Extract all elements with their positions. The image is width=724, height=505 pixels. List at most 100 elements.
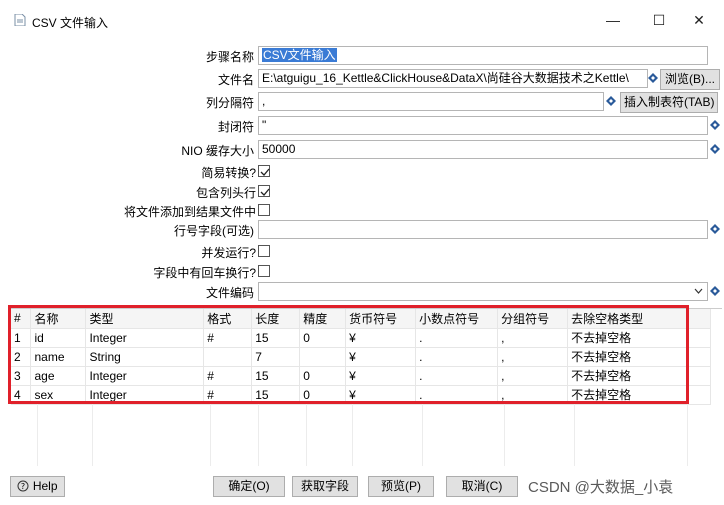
help-icon: ?: [17, 480, 29, 492]
parallel-label: 并发运行?: [201, 246, 256, 260]
variable-diamond-icon: [710, 224, 720, 234]
newline-checkbox[interactable]: [258, 265, 270, 277]
table-cell[interactable]: ¥: [345, 366, 417, 386]
watermark: CSDN @大数据_小袁: [528, 479, 674, 496]
variable-diamond-icon: [648, 73, 658, 83]
variable-diamond-icon: [710, 144, 720, 154]
help-button[interactable]: ? Help: [10, 476, 65, 497]
checkmark-icon: [260, 168, 270, 176]
column-header[interactable]: 货币符号: [345, 309, 417, 329]
table-cell[interactable]: 不去掉空格: [567, 347, 711, 367]
table-cell[interactable]: String: [85, 347, 205, 367]
header-row-checkbox[interactable]: [258, 185, 270, 197]
table-cell: 3: [11, 366, 32, 386]
variable-diamond-icon: [710, 120, 720, 130]
table-cell[interactable]: ,: [497, 347, 569, 367]
table-cell[interactable]: 15: [251, 366, 301, 386]
column-header[interactable]: #: [11, 309, 32, 329]
table-cell[interactable]: ,: [497, 385, 569, 405]
table-cell[interactable]: [299, 347, 347, 367]
checkmark-icon: [260, 188, 270, 196]
table-cell[interactable]: Integer: [85, 385, 205, 405]
add-to-result-label: 将文件添加到结果文件中: [123, 205, 256, 219]
empty-grid-area: [11, 404, 722, 466]
table-cell[interactable]: ¥: [345, 328, 417, 348]
table-cell[interactable]: ¥: [345, 347, 417, 367]
table-cell[interactable]: .: [415, 347, 499, 367]
maximize-button[interactable]: ☐: [644, 10, 674, 30]
enclosure-input[interactable]: ": [258, 116, 708, 135]
table-row[interactable]: 2 name String 7 ¥ . , 不去掉空格: [11, 347, 711, 367]
ok-button[interactable]: 确定(O): [213, 476, 285, 497]
table-row[interactable]: 4 sex Integer # 15 0 ¥ . , 不去掉空格: [11, 385, 711, 405]
table-cell[interactable]: ,: [497, 366, 569, 386]
table-cell: 2: [11, 347, 32, 367]
title-bar: CSV 文件输入 — ☐ ✕: [0, 0, 724, 38]
rownum-label: 行号字段(可选): [174, 224, 254, 238]
table-cell[interactable]: #: [203, 385, 253, 405]
table-cell[interactable]: 15: [251, 328, 301, 348]
insert-tab-button[interactable]: 插入制表符(TAB): [620, 92, 718, 113]
step-name-label: 步骤名称: [205, 50, 254, 64]
table-cell[interactable]: 不去掉空格: [567, 385, 711, 405]
filename-input[interactable]: E:\atguigu_16_Kettle&ClickHouse&DataX\尚硅…: [258, 69, 648, 88]
nio-buffer-label: NIO 缓存大小: [181, 144, 254, 158]
table-cell: 4: [11, 385, 32, 405]
browse-button[interactable]: 浏览(B)...: [660, 69, 720, 90]
table-cell[interactable]: 0: [299, 366, 347, 386]
table-cell: 1: [11, 328, 32, 348]
table-cell[interactable]: 0: [299, 328, 347, 348]
delimiter-input[interactable]: ,: [258, 92, 604, 111]
table-cell[interactable]: sex: [30, 385, 87, 405]
minimize-button[interactable]: —: [598, 10, 628, 30]
table-cell[interactable]: .: [415, 328, 499, 348]
table-cell[interactable]: .: [415, 385, 499, 405]
table-cell[interactable]: Integer: [85, 328, 205, 348]
lazy-conversion-checkbox[interactable]: [258, 165, 270, 177]
table-cell[interactable]: 不去掉空格: [567, 366, 711, 386]
lazy-conversion-label: 简易转换?: [201, 166, 256, 180]
add-to-result-checkbox[interactable]: [258, 204, 270, 216]
enclosure-label: 封闭符: [217, 120, 254, 134]
parallel-checkbox[interactable]: [258, 245, 270, 257]
column-header[interactable]: 分组符号: [497, 309, 569, 329]
table-cell[interactable]: ,: [497, 328, 569, 348]
table-cell[interactable]: id: [30, 328, 87, 348]
column-header[interactable]: 精度: [299, 309, 347, 329]
table-row[interactable]: 3 age Integer # 15 0 ¥ . , 不去掉空格: [11, 366, 711, 386]
encoding-label: 文件编码: [205, 286, 254, 300]
table-cell[interactable]: 不去掉空格: [567, 328, 711, 348]
column-header[interactable]: 格式: [203, 309, 253, 329]
nio-buffer-input[interactable]: 50000: [258, 140, 708, 159]
close-button[interactable]: ✕: [684, 10, 714, 30]
column-header[interactable]: 名称: [30, 309, 87, 329]
chevron-down-icon: [694, 288, 703, 294]
table-cell[interactable]: 15: [251, 385, 301, 405]
column-header[interactable]: 去除空格类型: [567, 309, 711, 329]
variable-diamond-icon: [710, 286, 720, 296]
table-row[interactable]: 1 id Integer # 15 0 ¥ . , 不去掉空格: [11, 328, 711, 348]
table-cell[interactable]: Integer: [85, 366, 205, 386]
table-cell[interactable]: name: [30, 347, 87, 367]
newline-label: 字段中有回车换行?: [153, 266, 256, 280]
table-cell[interactable]: #: [203, 366, 253, 386]
cancel-button[interactable]: 取消(C): [446, 476, 518, 497]
encoding-select[interactable]: [258, 282, 708, 301]
table-cell[interactable]: #: [203, 328, 253, 348]
column-header[interactable]: 小数点符号: [415, 309, 499, 329]
preview-button[interactable]: 预览(P): [368, 476, 434, 497]
table-cell[interactable]: .: [415, 366, 499, 386]
step-name-input[interactable]: CSV文件输入: [258, 46, 708, 65]
table-cell[interactable]: age: [30, 366, 87, 386]
column-header[interactable]: 类型: [85, 309, 205, 329]
get-fields-button[interactable]: 获取字段: [292, 476, 358, 497]
table-cell[interactable]: 7: [251, 347, 301, 367]
table-cell[interactable]: 0: [299, 385, 347, 405]
table-cell[interactable]: ¥: [345, 385, 417, 405]
filename-label: 文件名: [217, 73, 254, 87]
rownum-input[interactable]: [258, 220, 708, 239]
column-header[interactable]: 长度: [251, 309, 301, 329]
table-cell[interactable]: [203, 347, 253, 367]
window-title: CSV 文件输入: [32, 16, 109, 30]
csv-input-icon: [14, 14, 26, 26]
